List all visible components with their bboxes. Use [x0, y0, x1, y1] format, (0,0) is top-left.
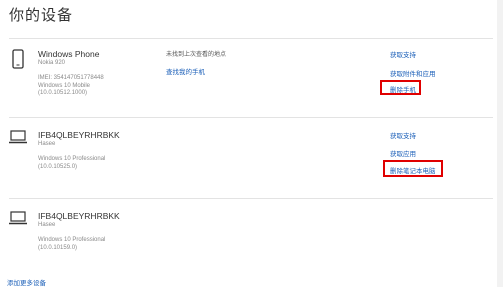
get-support-link[interactable]: 获取支持: [390, 130, 416, 140]
laptop-icon: [9, 130, 27, 144]
device-name: Windows Phone: [38, 49, 100, 59]
device-name: IFB4QLBEYRHRBKK: [38, 130, 120, 140]
scrollbar[interactable]: [497, 0, 503, 287]
device-os-version: (10.0.10159.0): [38, 244, 78, 251]
device-os: Windows 10 Professional: [38, 156, 106, 163]
get-support-link[interactable]: 获取支持: [390, 49, 416, 59]
device-os: Windows 10 Professional: [38, 237, 106, 244]
device-name: IFB4QLBEYRHRBKK: [38, 211, 120, 221]
find-my-phone-link[interactable]: 查找我的手机: [166, 66, 205, 76]
device-os-version: (10.0.10525.0): [38, 163, 78, 170]
location-status-text: 未找到上次查看的地点: [166, 52, 227, 58]
device-os: Windows 10 Mobile: [38, 82, 91, 89]
get-accessories-apps-link[interactable]: 获取附件和应用: [390, 68, 436, 78]
device-imei: IMEI: 354147051778448: [38, 75, 104, 82]
divider: [9, 117, 493, 118]
divider: [9, 38, 493, 39]
phone-icon: [12, 49, 24, 69]
device-model: Nokia 920: [38, 60, 66, 66]
delete-phone-link[interactable]: 删除手机: [390, 84, 416, 94]
delete-laptop-link[interactable]: 删除笔记本电脑: [390, 165, 436, 175]
device-details: Hasee Windows 10 Professional (10.0.1015…: [38, 222, 105, 252]
device-os-version: (10.0.10512.1000): [38, 90, 88, 97]
divider: [9, 198, 493, 199]
device-model: Hasee: [38, 222, 56, 228]
page-title: 你的设备: [9, 6, 74, 24]
get-apps-link[interactable]: 获取应用: [390, 148, 416, 158]
add-more-devices-link[interactable]: 添加更多设备: [7, 277, 46, 287]
device-model: Hasee: [38, 141, 56, 147]
laptop-icon: [9, 211, 27, 225]
device-details: Nokia 920 IMEI: 354147051778448 Windows …: [38, 60, 104, 98]
device-details: Hasee Windows 10 Professional (10.0.1052…: [38, 141, 105, 171]
